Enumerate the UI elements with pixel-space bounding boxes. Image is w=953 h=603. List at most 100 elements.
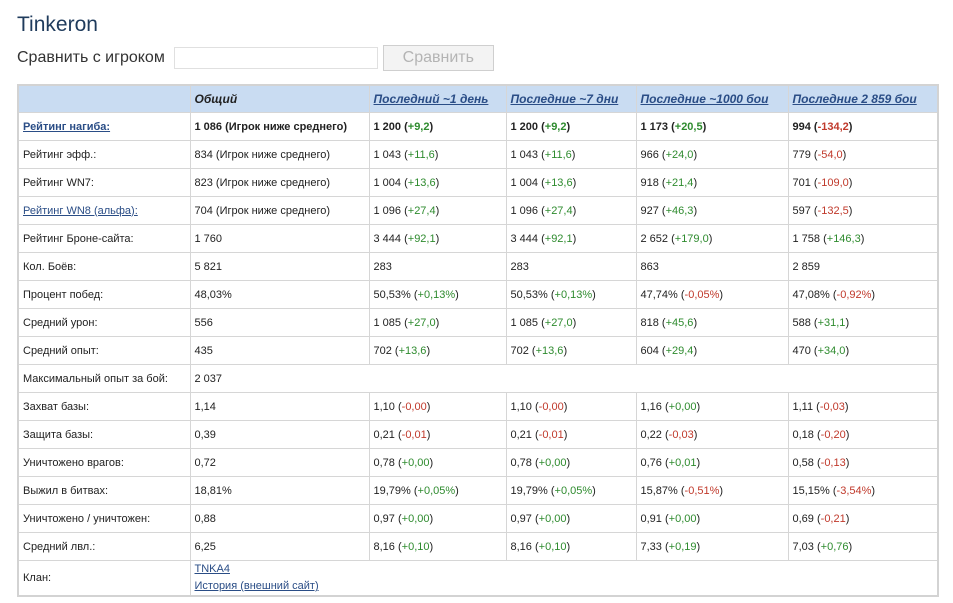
stat-value: 0,21 (510, 428, 532, 441)
stat-cell: 1,16 (+0,00) (635, 392, 789, 421)
header-last-week[interactable]: Последние ~7 дни (505, 84, 637, 113)
stat-delta: +0,13% (554, 288, 593, 301)
table-row: Уничтожено врагов: 0,72 0,78 (+0,00) 0,78 (… (17, 448, 939, 477)
stat-cell: 18,81% (189, 476, 370, 505)
stat-value: 1 760 (194, 232, 223, 245)
stat-cell: 779 (-54,0) (787, 140, 939, 169)
header-last-day-link[interactable]: Последний ~1 день (374, 92, 489, 106)
stat-delta: +0,00 (538, 512, 567, 525)
stat-delta: +11,6 (544, 148, 572, 161)
row-label-text: Защита базы: (23, 428, 94, 441)
stat-value: 927 (640, 204, 659, 217)
stat-value: 1 085 (373, 316, 402, 329)
stat-value: 1 200 (510, 120, 539, 133)
stat-value: 701 (792, 176, 811, 189)
stat-delta: +13,6 (544, 176, 573, 189)
stat-delta: +13,6 (398, 344, 427, 357)
table-row: Рейтинг нагиба: 1 086 (Игрок ниже среднег… (17, 112, 939, 141)
stat-value: 1 004 (373, 176, 402, 189)
stat-cell: 1 096 (+27,4) (505, 196, 637, 225)
stat-delta: +146,3 (826, 232, 861, 245)
row-label-text: Средний лвл.: (23, 540, 96, 553)
stat-value: 0,76 (640, 456, 662, 469)
stat-value: 823 (Игрок ниже среднего) (194, 176, 331, 189)
stat-value: 8,16 (373, 540, 395, 553)
table-row: Средний урон: 556 1 085 (+27,0) 1 085 (+27,… (17, 308, 939, 337)
stat-cell: 3 444 (+92,1) (505, 224, 637, 253)
stat-value: 1 096 (373, 204, 402, 217)
stat-cell: 1,10 (-0,00) (368, 392, 507, 421)
row-label: Средний урон: (17, 308, 191, 337)
row-label-link[interactable]: Рейтинг нагиба: (23, 121, 110, 133)
stat-value: 1 758 (792, 232, 821, 245)
stat-value: 2 652 (640, 232, 669, 245)
header-last-1000-link[interactable]: Последние ~1000 бои (641, 92, 769, 106)
header-last-day[interactable]: Последний ~1 день (368, 84, 507, 113)
stats-body: Рейтинг нагиба: 1 086 (Игрок ниже среднег… (17, 112, 939, 597)
row-label-link[interactable]: Рейтинг WN8 (альфа): (23, 205, 138, 217)
row-label-text: Рейтинг Броне-сайта: (23, 232, 134, 245)
row-label-text: Кол. Боёв: (23, 260, 77, 273)
stat-value: 0,78 (510, 456, 532, 469)
stat-cell: 834 (Игрок ниже среднего) (189, 140, 370, 169)
stat-value: 7,33 (640, 540, 662, 553)
stat-cell: 1 085 (+27,0) (505, 308, 637, 337)
row-label[interactable]: Рейтинг нагиба: (17, 112, 191, 141)
stat-delta: +0,13% (417, 288, 456, 301)
clan-name-link[interactable]: TNKA4 (195, 561, 934, 578)
stat-value: 0,97 (510, 512, 532, 525)
header-last-week-link[interactable]: Последние ~7 дни (511, 92, 619, 106)
stat-cell: 8,16 (+0,10) (368, 532, 507, 561)
table-row: Рейтинг WN8 (альфа): 704 (Игрок ниже сред… (17, 196, 939, 225)
stat-delta: +29,4 (665, 344, 694, 357)
row-label-text: Средний урон: (23, 316, 98, 329)
stat-cell: 1 760 (189, 224, 370, 253)
row-label-text: Выжил в битвах: (23, 484, 108, 497)
stat-value: 702 (510, 344, 529, 357)
stat-delta: +45,6 (665, 316, 694, 329)
row-label: Средний опыт: (17, 336, 191, 365)
stat-cell: 0,22 (-0,03) (635, 420, 789, 449)
row-label: Кол. Боёв: (17, 252, 191, 281)
compare-button[interactable]: Сравнить (382, 45, 494, 71)
row-label: Уничтожено / уничтожен: (17, 504, 191, 533)
header-last-all[interactable]: Последние 2 859 бои (787, 84, 939, 113)
stat-cell: 818 (+45,6) (635, 308, 789, 337)
stat-cell: 15,87% (-0,51%) (635, 476, 789, 505)
stat-value: 604 (640, 344, 659, 357)
header-last-all-link[interactable]: Последние 2 859 бои (793, 92, 917, 106)
compare-player-input[interactable] (173, 47, 378, 69)
stat-value: 15,87% (640, 484, 678, 497)
stat-delta: +92,1 (407, 232, 436, 245)
clan-history-link[interactable]: История (внешний сайт) (195, 578, 934, 595)
stat-value: 556 (194, 316, 213, 329)
row-label: Рейтинг Броне-сайта: (17, 224, 191, 253)
stat-delta: +21,4 (665, 176, 694, 189)
stat-cell: 47,08% (-0,92%) (787, 280, 939, 309)
stat-value: 779 (792, 148, 811, 161)
stat-value: 19,79% (373, 484, 411, 497)
stat-delta: +0,00 (538, 456, 567, 469)
table-row: Процент побед: 48,03% 50,53% (+0,13%) 50,53… (17, 280, 939, 309)
stat-value: 0,21 (373, 428, 395, 441)
stat-value: 2 859 (792, 260, 821, 273)
stat-delta: +34,0 (817, 344, 846, 357)
stat-delta: -0,00 (401, 400, 427, 413)
stat-cell: 604 (+29,4) (635, 336, 789, 365)
stat-cell: 0,78 (+0,00) (505, 448, 637, 477)
row-label[interactable]: Рейтинг WN8 (альфа): (17, 196, 191, 225)
header-last-1000[interactable]: Последние ~1000 бои (635, 84, 789, 113)
stat-value: 50,53% (510, 288, 548, 301)
stat-delta: +0,00 (668, 400, 697, 413)
stat-delta: +31,1 (817, 316, 846, 329)
table-row: Рейтинг эфф.: 834 (Игрок ниже среднего) 1 … (17, 140, 939, 169)
stat-delta: +179,0 (674, 232, 709, 245)
stat-value: 0,88 (194, 512, 216, 525)
stat-delta: +27,4 (407, 204, 436, 217)
stat-cell: 0,88 (189, 504, 370, 533)
stat-delta: +13,6 (535, 344, 564, 357)
table-row: Защита базы: 0,39 0,21 (-0,01) 0,21 (-0,01)… (17, 420, 939, 449)
stat-value: 0,78 (373, 456, 395, 469)
stat-value: 8,16 (510, 540, 532, 553)
stat-delta: -54,0 (817, 148, 843, 161)
